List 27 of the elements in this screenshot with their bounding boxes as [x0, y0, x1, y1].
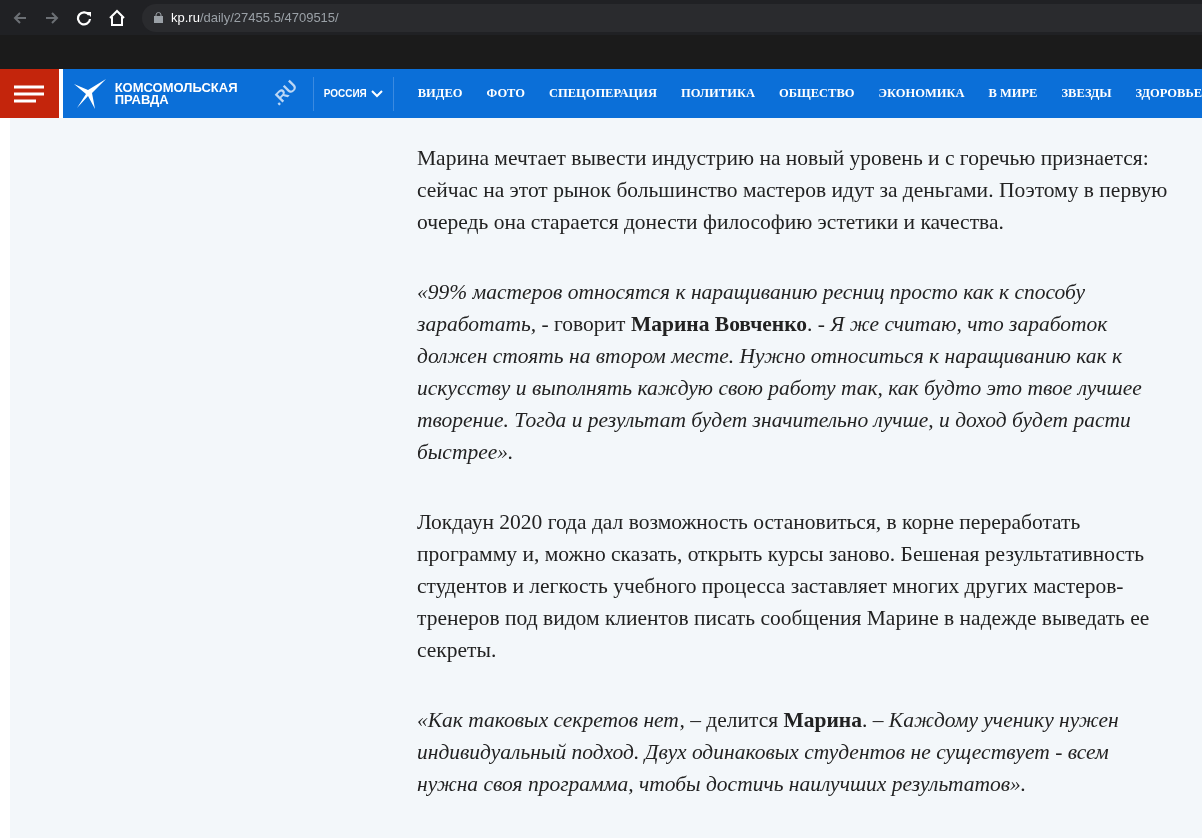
paragraph: Марина мечтает вывести индустрию на новый уровень и с горечью признается: сейчас на этот рынок большинство мастеров идут за деньгами. Поэтому в первую очередь она старается донести философию эстетики и качества. [417, 145, 1169, 236]
nav-link[interactable]: ЗДОРОВЬЕ [1135, 84, 1202, 103]
menu-icon [14, 84, 45, 103]
nav-link[interactable]: ЗВЕЗДЫ [1061, 84, 1112, 103]
back-icon[interactable] [12, 9, 28, 26]
home-icon[interactable] [108, 8, 126, 27]
paragraph: «99% мастеров относятся к наращиванию ресниц просто как к способу заработать, - говорит Марина Вовченко. - Я же считаю, что заработок должен стоять на втором месте. Нужно относиться к наращиванию как к искусству и выполнять каждую свою работу так, как будто это твое лучшее творение. Тогда и результат будет значительно лучше, и доход будет расти быстрее». [417, 279, 1143, 466]
logo-text: КОМСОМОЛЬСКАЯ [114, 81, 238, 94]
paragraph: «Как таковых секретов нет, – делится Марина. – Каждому ученику нужен индивидуальный подход. Двух одинаковых студентов не существует - всем нужна своя программа, чтобы достичь наилучших результатов». [417, 707, 1120, 798]
site-logo[interactable]: КОМСОМОЛЬСКАЯ ПРАВДА .RU [62, 78, 303, 109]
logo-domain: .RU [267, 75, 301, 110]
paragraph: Локдаун 2020 года дал возможность остановиться, в корне переработать программу и, можно сказать, открыть курсы заново. Бешеная результативность студентов и легкость учебного процесса заставляет многих других мастеров-тренеров под видом клиентов писать сообщения Марине в надежде выведать ее секреты. [417, 509, 1151, 664]
reload-icon[interactable] [76, 9, 92, 26]
nav-link[interactable]: В МИРЕ [988, 84, 1038, 103]
nav-link[interactable]: ЭКОНОМИКА [878, 84, 965, 103]
chevron-down-icon [370, 89, 383, 98]
nav-link[interactable]: СПЕЦОПЕРАЦИЯ [549, 84, 657, 103]
region-dropdown[interactable]: РОССИЯ [313, 86, 393, 101]
nav-link[interactable]: ФОТО [486, 84, 525, 103]
menu-button[interactable] [0, 69, 59, 118]
nav-link[interactable]: ОБЩЕСТВО [779, 84, 855, 103]
lock-icon [154, 12, 163, 23]
forward-icon[interactable] [44, 9, 60, 26]
nav-link[interactable]: ПОЛИТИКА [681, 84, 755, 103]
nav-link[interactable]: ВИДЕО [417, 84, 463, 103]
address-bar[interactable]: kp.ru/daily/27455.5/4709515/ [142, 3, 1202, 32]
logo-text: ПРАВДА [114, 93, 169, 106]
